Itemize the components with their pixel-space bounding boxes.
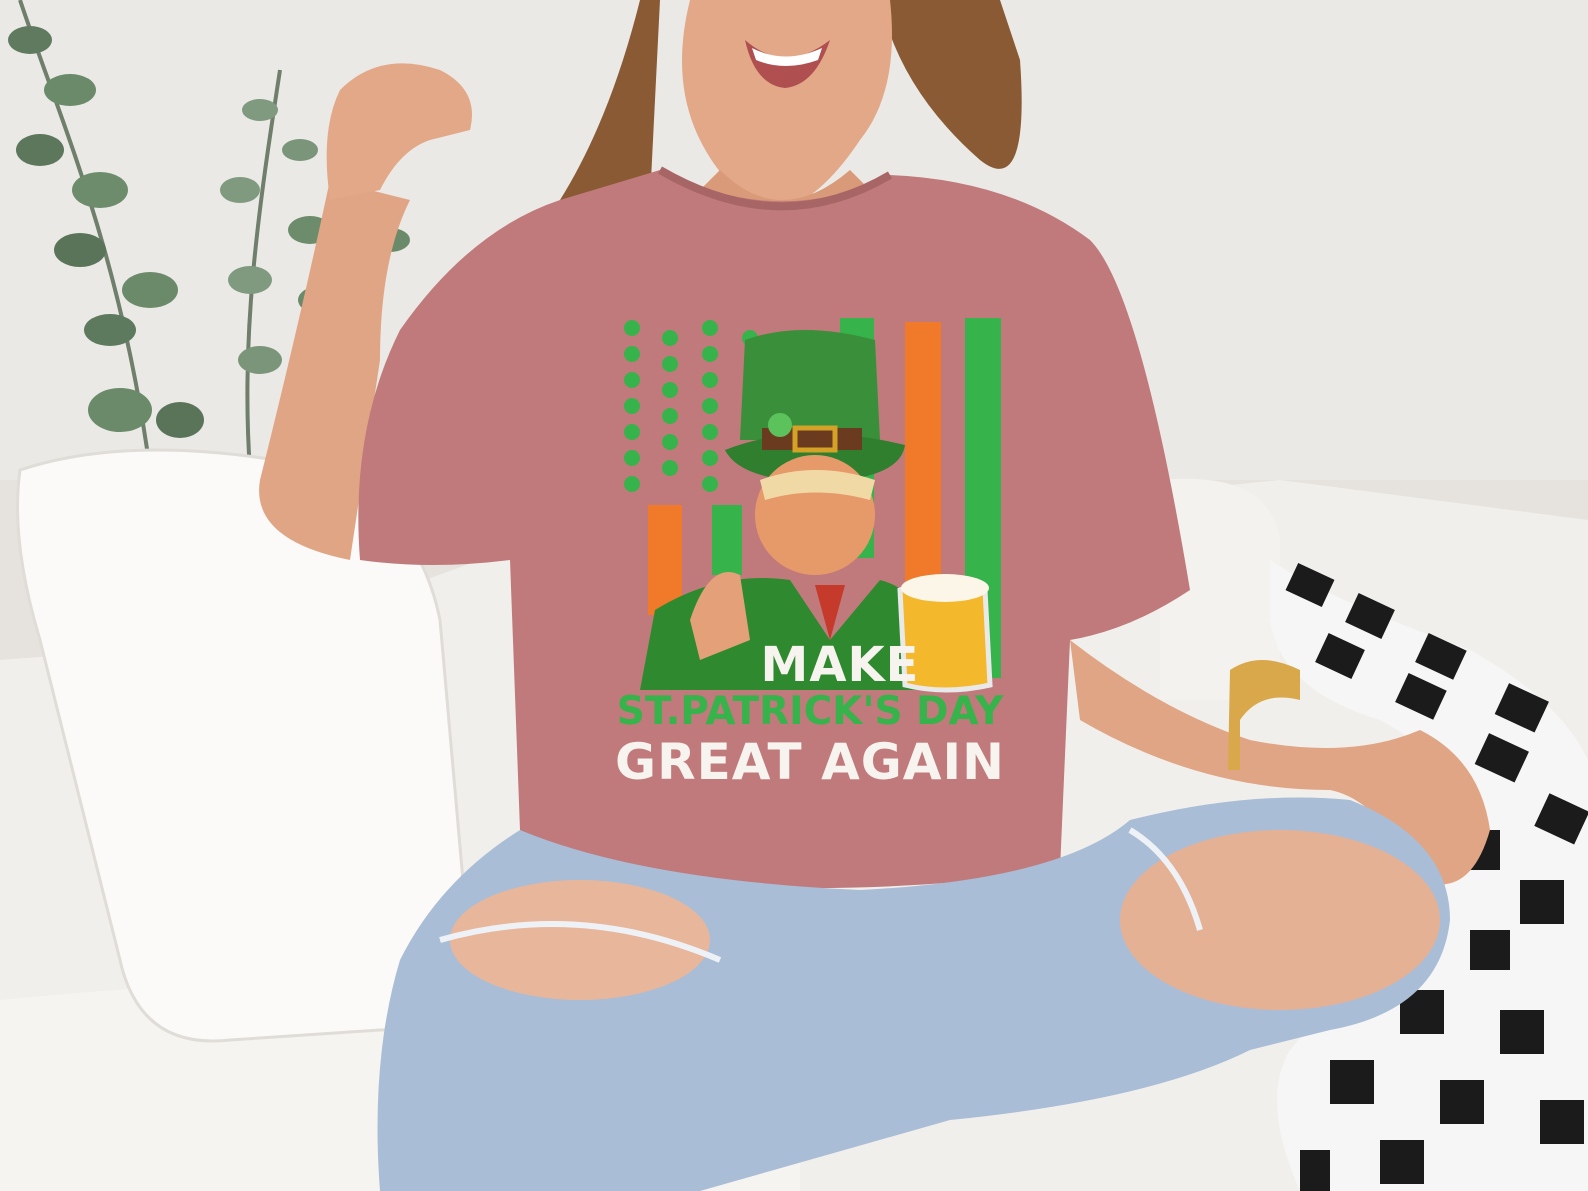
photo-scene: MAKE ST.PATRICK'S DAY GREAT AGAIN [0, 0, 1588, 1191]
shamrock-icon [768, 413, 792, 437]
leprechaun-hat [740, 330, 880, 440]
print-line-make: MAKE [760, 637, 920, 693]
print-line-st-patricks-day: ST.PATRICK'S DAY [616, 689, 1004, 734]
knee-rip-right [1120, 830, 1440, 1010]
scene-illustration [0, 0, 1588, 1191]
shirt-print-text: MAKE ST.PATRICK'S DAY GREAT AGAIN [600, 640, 1020, 790]
print-line-great-again: GREAT AGAIN [615, 733, 1005, 791]
